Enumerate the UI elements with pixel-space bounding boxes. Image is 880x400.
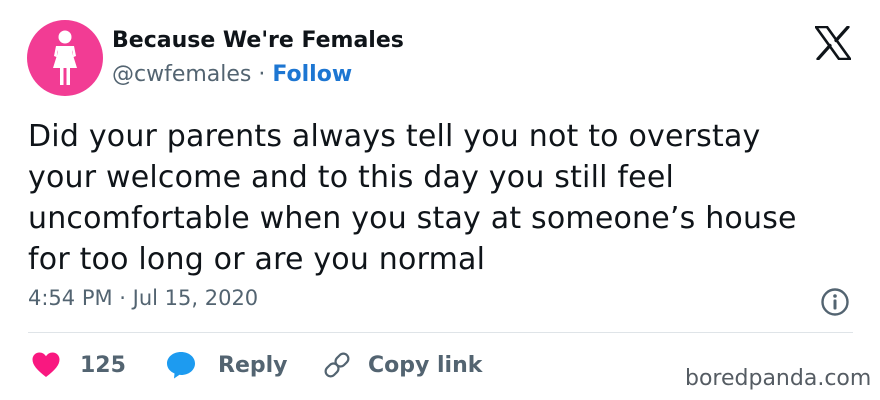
like-button[interactable]: 125 bbox=[32, 348, 126, 382]
avatar[interactable] bbox=[27, 20, 103, 96]
reply-label: Reply bbox=[218, 352, 288, 378]
author-display-name[interactable]: Because We're Females bbox=[112, 28, 404, 53]
reply-button[interactable]: Reply bbox=[166, 348, 288, 382]
tweet-text: Did your parents always tell you not to … bbox=[28, 116, 858, 280]
heart-icon bbox=[32, 352, 60, 377]
handle-separator: · bbox=[258, 62, 266, 87]
x-logo-icon[interactable] bbox=[815, 26, 851, 60]
tweet-timestamp[interactable]: 4:54 PM · Jul 15, 2020 bbox=[28, 286, 258, 310]
copy-link-button[interactable]: Copy link bbox=[322, 348, 482, 382]
tweet-text-line: uncomfortable when you stay at someone’s… bbox=[28, 201, 797, 236]
copy-link-label: Copy link bbox=[368, 352, 483, 378]
like-count: 125 bbox=[80, 352, 126, 378]
female-figure-icon bbox=[53, 30, 77, 85]
author-handle[interactable]: @cwfemales bbox=[112, 62, 251, 87]
tweet-text-line: Did your parents always tell you not to … bbox=[28, 119, 761, 154]
tweet-text-line: for too long or are you normal bbox=[28, 242, 486, 277]
author-handle-row: @cwfemales · Follow bbox=[112, 62, 352, 87]
follow-button[interactable]: Follow bbox=[272, 62, 352, 87]
link-icon bbox=[324, 352, 350, 378]
tweet-text-line: your welcome and to this day you still f… bbox=[28, 160, 675, 195]
divider bbox=[28, 332, 853, 333]
info-icon[interactable] bbox=[820, 287, 850, 317]
speech-bubble-icon bbox=[167, 352, 195, 379]
watermark: boredpanda.com bbox=[685, 366, 872, 391]
